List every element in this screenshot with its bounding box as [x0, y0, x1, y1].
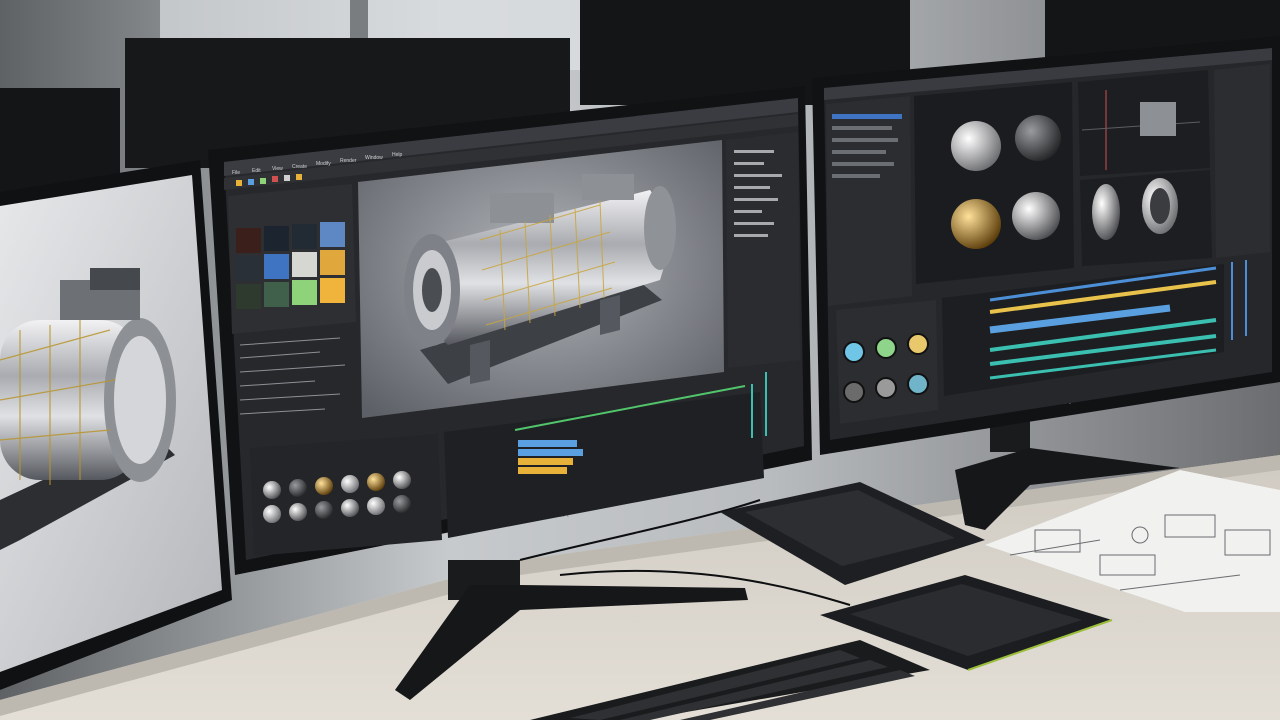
toolbar-tool-icon[interactable] — [272, 176, 278, 182]
left-monitor — [0, 160, 232, 690]
palette-swatch[interactable] — [264, 282, 289, 307]
toolbar-tool-icon[interactable] — [236, 180, 242, 186]
material-thumb[interactable] — [263, 505, 281, 523]
timeline-clip[interactable] — [518, 440, 577, 447]
outliner-row[interactable] — [734, 222, 774, 225]
detail-ring — [1092, 184, 1120, 240]
palette-swatch[interactable] — [320, 250, 345, 275]
scene-svg: AVA File Edit View Create Modify Render … — [0, 0, 1280, 720]
palette-swatch[interactable] — [292, 252, 317, 277]
material-thumb[interactable] — [393, 495, 411, 513]
menu-render[interactable]: Render — [340, 158, 357, 164]
palette-swatch[interactable] — [292, 280, 317, 305]
right-tools-panel — [1214, 64, 1270, 258]
layer-row-selected[interactable] — [832, 114, 902, 119]
toolbar-tool-icon[interactable] — [260, 178, 266, 184]
motor-junction-box — [490, 193, 554, 223]
palette-swatch[interactable] — [236, 284, 261, 309]
menu-help[interactable]: Help — [392, 152, 403, 158]
material-thumb[interactable] — [289, 503, 307, 521]
layer-row[interactable] — [832, 162, 894, 166]
menu-file[interactable]: File — [232, 170, 240, 176]
outliner-row[interactable] — [734, 210, 762, 213]
color-dot[interactable] — [907, 373, 929, 395]
material-sphere-chrome[interactable] — [951, 121, 1001, 171]
material-sphere-dark[interactable] — [1015, 115, 1061, 161]
material-thumb[interactable] — [315, 477, 333, 495]
outliner-row[interactable] — [734, 162, 764, 165]
detail-part — [1140, 102, 1176, 136]
menu-edit[interactable]: Edit — [252, 168, 261, 174]
palette-swatch[interactable] — [236, 228, 261, 253]
material-sphere-gold[interactable] — [951, 199, 1001, 249]
color-dot[interactable] — [875, 377, 897, 399]
toolbar-tool-icon[interactable] — [284, 175, 290, 181]
material-thumb[interactable] — [263, 481, 281, 499]
palette-swatch[interactable] — [292, 224, 317, 249]
material-thumb[interactable] — [289, 479, 307, 497]
material-thumb[interactable] — [341, 475, 359, 493]
material-sphere-silver[interactable] — [1012, 192, 1060, 240]
palette-swatch[interactable] — [320, 278, 345, 303]
material-thumb[interactable] — [315, 501, 333, 519]
layer-row[interactable] — [832, 150, 886, 154]
menu-modify[interactable]: Modify — [316, 161, 331, 167]
menu-view[interactable]: View — [272, 166, 283, 172]
palette-swatch[interactable] — [264, 254, 289, 279]
timeline-clip[interactable] — [518, 458, 573, 465]
color-dot[interactable] — [843, 381, 865, 403]
timeline-clip[interactable] — [518, 449, 583, 456]
color-dot[interactable] — [907, 333, 929, 355]
layer-row[interactable] — [832, 138, 898, 142]
color-dot[interactable] — [843, 341, 865, 363]
palette-swatch[interactable] — [320, 222, 345, 247]
material-preview-panel — [914, 82, 1074, 284]
outliner-row[interactable] — [734, 234, 768, 237]
material-thumb[interactable] — [367, 497, 385, 515]
layer-row[interactable] — [832, 174, 880, 178]
toolbar-tool-icon[interactable] — [296, 174, 302, 180]
outliner-row[interactable] — [734, 150, 774, 153]
toolbar-tool-icon[interactable] — [248, 179, 254, 185]
outliner-row[interactable] — [734, 186, 770, 189]
motor-junction-box — [582, 174, 634, 200]
outliner-row[interactable] — [734, 174, 782, 177]
palette-swatch[interactable] — [264, 226, 289, 251]
layer-row[interactable] — [832, 126, 892, 130]
palette-swatch[interactable] — [236, 256, 261, 281]
workstation-scene: AVA File Edit View Create Modify Render … — [0, 0, 1280, 720]
menu-window[interactable]: Window — [365, 155, 383, 161]
outliner-row[interactable] — [734, 198, 778, 201]
material-thumb[interactable] — [393, 471, 411, 489]
timeline-clip[interactable] — [518, 467, 567, 474]
material-thumb[interactable] — [367, 473, 385, 491]
color-dot[interactable] — [875, 337, 897, 359]
material-thumb[interactable] — [341, 499, 359, 517]
outliner-panel — [726, 132, 800, 368]
